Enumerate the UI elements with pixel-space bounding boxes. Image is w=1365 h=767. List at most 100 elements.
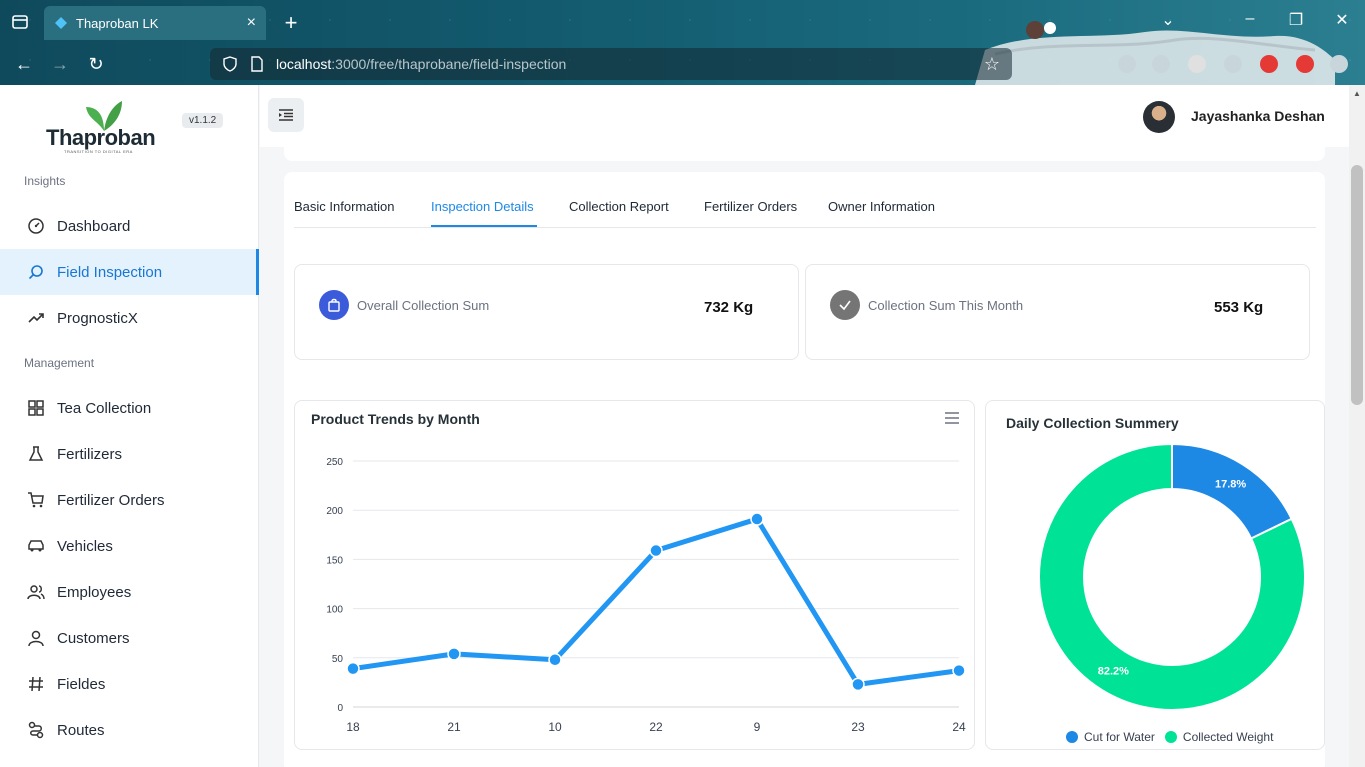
browser-chrome: Thaproban LK × + ⌄ – ❐ ✕ ← → ↻ localhost… — [0, 0, 1365, 85]
youtube-extension-icon[interactable] — [1260, 55, 1278, 73]
url-host: localhost — [276, 56, 332, 72]
tab-inspection-details[interactable]: Inspection Details — [431, 199, 534, 214]
sidebar-item-label: PrognosticX — [57, 309, 138, 327]
logo-tagline: TRANSITION TO DIGITAL ERA — [64, 149, 133, 154]
x-tick-label: 18 — [346, 720, 360, 734]
sidebar-item-label: Field Inspection — [57, 263, 163, 281]
tab-overview-icon[interactable] — [10, 12, 30, 32]
r-extension-icon[interactable] — [1188, 55, 1206, 73]
dashboard-gauge-icon — [27, 217, 45, 235]
legend-marker — [1164, 731, 1177, 743]
y-tick-label: 0 — [337, 703, 343, 714]
stat-label: Collection Sum This Month — [868, 298, 1024, 313]
logo-text: Thaproban — [46, 125, 156, 150]
url-text: localhost:3000/free/thaprobane/field-ins… — [276, 56, 566, 72]
sidebar-item-employees[interactable]: Employees — [0, 569, 259, 615]
reload-icon[interactable]: ↻ — [86, 54, 106, 75]
logo[interactable]: Thaproban TRANSITION TO DIGITAL ERA — [46, 99, 156, 154]
line-chart-card: Product Trends by Month 0 50 100 150 200 250 1… — [294, 400, 975, 750]
wrench-extension-icon[interactable] — [1152, 55, 1170, 73]
sidebar-item-fertilizer-orders[interactable]: Fertilizer Orders — [0, 477, 259, 523]
play-extension-icon[interactable] — [1296, 55, 1314, 73]
restore-icon[interactable]: ❐ — [1286, 10, 1306, 30]
sidebar-item-customers[interactable]: Customers — [0, 615, 259, 661]
detail-tabs: Basic Information Inspection Details Col… — [294, 186, 1316, 228]
x-tick-label: 10 — [548, 720, 562, 734]
x-tick-label: 22 — [649, 720, 663, 734]
version-badge: v1.1.2 — [182, 113, 224, 128]
scrollbar-thumb[interactable] — [1351, 165, 1363, 405]
close-window-icon[interactable]: ✕ — [1332, 10, 1352, 30]
slice-data-label: 17.8% — [1215, 478, 1246, 490]
pocket-extension-icon[interactable] — [1118, 55, 1136, 73]
data-point — [750, 512, 764, 526]
flask-icon — [27, 445, 45, 463]
cart-icon — [27, 491, 45, 509]
user-icon — [27, 629, 45, 647]
data-point — [952, 663, 966, 678]
route-icon — [27, 721, 45, 739]
username[interactable]: Jayashanka Deshan — [1191, 108, 1325, 124]
close-tab-icon[interactable]: × — [247, 14, 256, 32]
back-icon[interactable]: ← — [14, 54, 34, 75]
top-header: Jayashanka Deshan — [260, 85, 1349, 147]
sidebar-item-label: Fertilizer Orders — [57, 491, 165, 509]
tab-list-chevron-icon[interactable]: ⌄ — [1158, 10, 1178, 30]
menu-toggle-button[interactable] — [268, 98, 304, 132]
tab-owner-information[interactable]: Owner Information — [828, 199, 935, 214]
sidebar-item-tea-collection[interactable]: Tea Collection — [0, 385, 259, 431]
search-icon — [27, 263, 45, 281]
grid-icon — [27, 399, 45, 417]
stat-card-overall: Overall Collection Sum 732 Kg — [294, 264, 799, 360]
donut-chart: 17.8% 82.2% — [1038, 442, 1306, 711]
x-tick-label: 21 — [447, 720, 461, 734]
sidebar-item-label: Fertilizers — [57, 445, 123, 463]
sidebar-item-label: Employees — [57, 583, 132, 601]
data-point — [649, 543, 663, 558]
legend-item[interactable]: Collected Weight — [1164, 730, 1273, 744]
puzzle-extension-icon[interactable] — [1224, 55, 1242, 73]
new-tab-icon[interactable]: + — [280, 10, 302, 36]
sidebar-item-prognosticx[interactable]: PrognosticX — [0, 295, 259, 341]
favicon-icon — [55, 17, 67, 29]
menu-extension-icon[interactable] — [1330, 55, 1348, 73]
sidebar-item-fertilizers[interactable]: Fertilizers — [0, 431, 259, 477]
hash-icon — [27, 675, 45, 693]
tab-basic-information[interactable]: Basic Information — [294, 199, 394, 214]
sidebar-item-dashboard[interactable]: Dashboard — [0, 203, 259, 249]
users-icon — [27, 583, 45, 601]
tab-collection-report[interactable]: Collection Report — [569, 199, 669, 214]
bookmark-star-icon[interactable]: ☆ — [984, 54, 1000, 75]
active-tab-indicator — [431, 225, 537, 227]
legend-marker — [1066, 731, 1078, 743]
shopping-bag-icon — [319, 290, 349, 320]
address-bar[interactable]: localhost:3000/free/thaprobane/field-ins… — [210, 48, 1012, 80]
page-scrollbar[interactable]: ▲ — [1349, 85, 1365, 767]
forward-icon[interactable]: → — [50, 54, 70, 75]
url-path: :3000/free/thaprobane/field-inspection — [331, 56, 567, 72]
scroll-up-icon[interactable]: ▲ — [1353, 89, 1361, 98]
legend-item[interactable]: Cut for Water — [1066, 730, 1155, 744]
x-tick-label: 9 — [754, 720, 761, 734]
sidebar-item-label: Routes — [57, 721, 105, 739]
sidebar-item-fieldes[interactable]: Fieldes — [0, 661, 259, 707]
donut-slice — [1171, 442, 1293, 540]
sidebar-item-label: Dashboard — [57, 217, 131, 235]
donut-chart-card: Daily Collection Summery 17.8% 82.2% Cut … — [985, 400, 1325, 750]
page-icon[interactable] — [250, 56, 264, 72]
sidebar-item-vehicles[interactable]: Vehicles — [0, 523, 259, 569]
section-management: Management — [24, 356, 95, 370]
sidebar-item-field-inspection[interactable]: Field Inspection — [0, 249, 259, 295]
tab-fertilizer-orders[interactable]: Fertilizer Orders — [704, 199, 797, 214]
trending-up-icon — [27, 309, 45, 327]
sidebar-item-label: Tea Collection — [57, 399, 152, 417]
sidebar-item-routes[interactable]: Routes — [0, 707, 259, 753]
dragon-theme-art — [975, 21, 1335, 85]
avatar[interactable] — [1143, 101, 1175, 133]
minimize-icon[interactable]: – — [1240, 10, 1260, 28]
tab-title: Thaproban LK — [76, 15, 159, 31]
legend-label: Cut for Water — [1084, 730, 1155, 744]
sidebar-item-label: Vehicles — [57, 537, 113, 555]
browser-tab[interactable]: Thaproban LK × — [44, 6, 266, 40]
shield-icon[interactable] — [222, 56, 238, 72]
